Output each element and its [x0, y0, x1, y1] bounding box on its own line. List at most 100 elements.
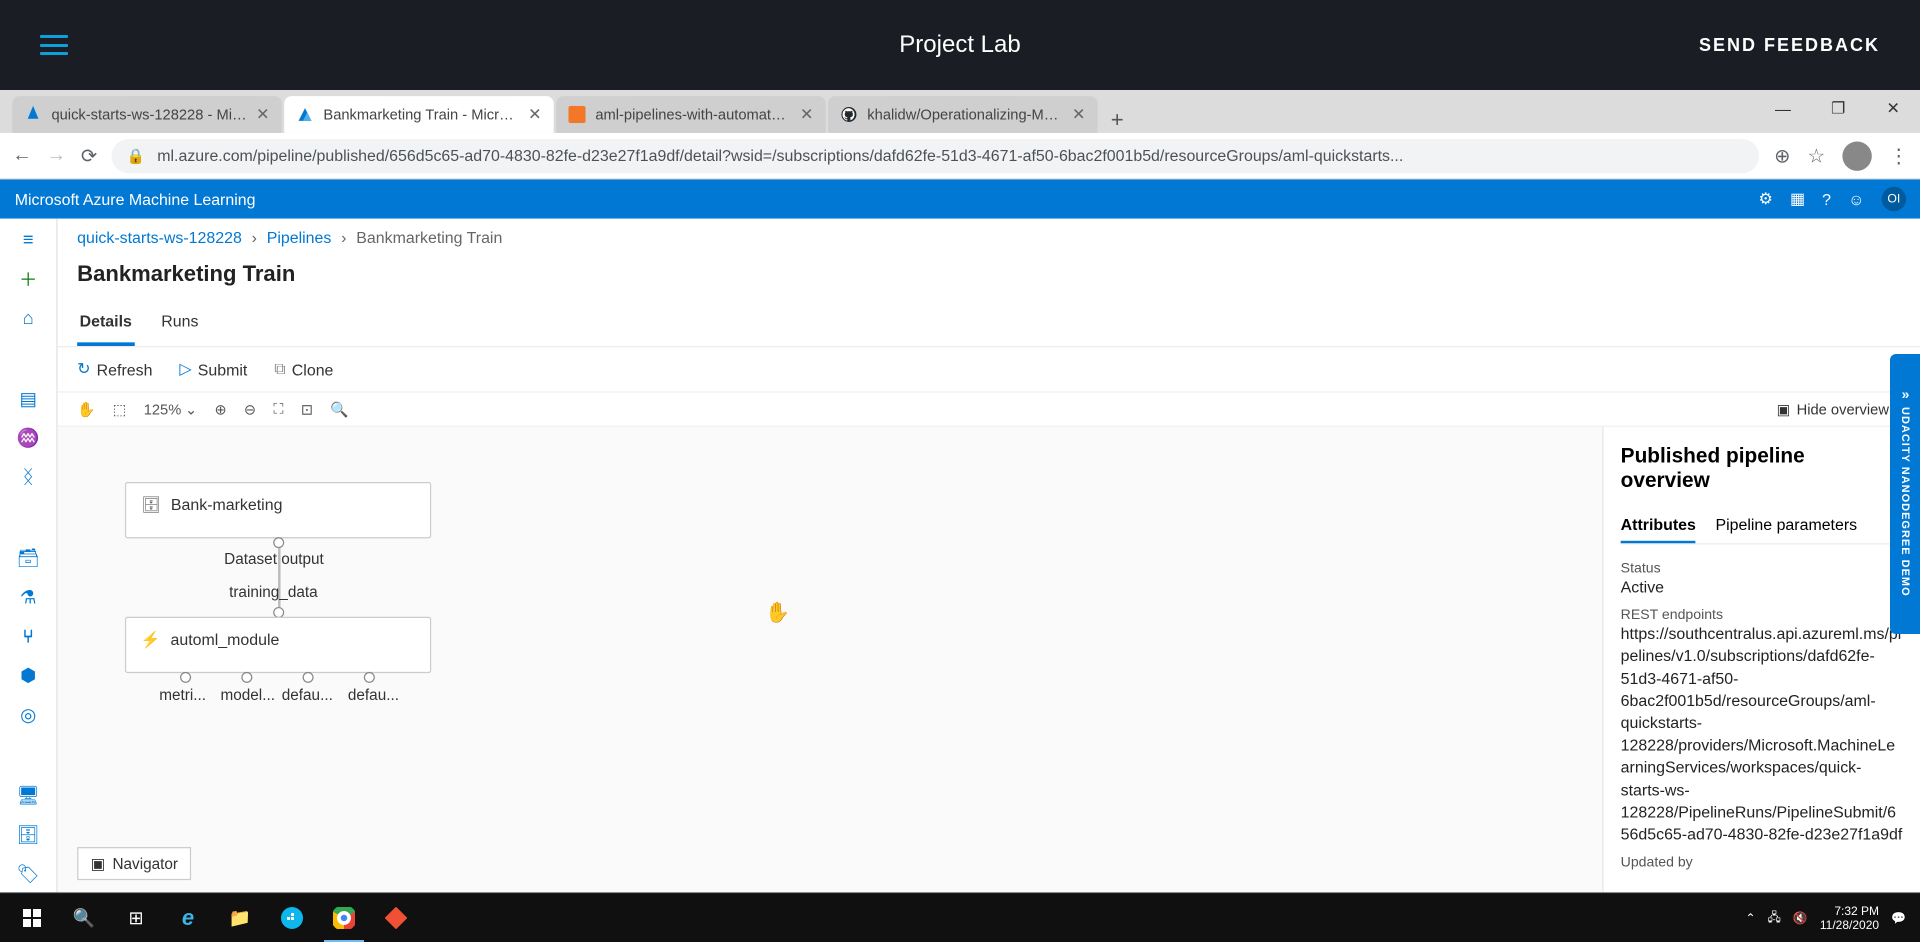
url-input[interactable]: 🔒 ml.azure.com/pipeline/published/656d5c… — [112, 138, 1759, 172]
new-tab-button[interactable]: + — [1100, 107, 1134, 133]
clone-button[interactable]: ⧉Clone — [274, 360, 333, 380]
help-icon[interactable]: ? — [1822, 190, 1831, 208]
breadcrumb: quick-starts-ws-128228 › Pipelines › Ban… — [58, 219, 1920, 257]
hamburger-icon[interactable] — [40, 35, 68, 55]
port-label: defau... — [282, 687, 333, 704]
browser-tab-active[interactable]: Bankmarketing Train - Microsoft ✕ — [284, 96, 554, 133]
azure-ml-favicon-icon — [296, 106, 313, 123]
rail-datasets-icon[interactable]: 🗃 — [17, 547, 39, 569]
output-port[interactable] — [241, 672, 252, 683]
refresh-button[interactable]: ↻Refresh — [77, 360, 152, 380]
forward-button[interactable]: → — [47, 145, 67, 167]
tab-title: aml-pipelines-with-automated-m — [595, 106, 792, 123]
bookmark-icon[interactable]: ☆ — [1808, 143, 1826, 168]
clone-icon: ⧉ — [274, 360, 285, 380]
udacity-demo-tab[interactable]: « UDACITY NANODEGREE DEMO — [1890, 354, 1920, 634]
start-button[interactable] — [6, 894, 58, 942]
node-dataset[interactable]: 🗄 Bank-marketing — [125, 482, 431, 538]
rail-menu-icon[interactable]: ≡ — [17, 228, 39, 250]
back-button[interactable]: ← — [12, 145, 32, 167]
task-view-button[interactable]: ⊞ — [110, 894, 162, 942]
chrome-button[interactable] — [318, 894, 370, 942]
chevron-left-icon: « — [1901, 388, 1910, 404]
settings-icon[interactable]: ⚙ — [1759, 189, 1773, 209]
tab-strip: quick-starts-ws-128228 - Microso ✕ Bankm… — [0, 90, 1920, 133]
rail-experiments-icon[interactable]: ⚗ — [17, 586, 39, 608]
tab-details[interactable]: Details — [77, 299, 134, 346]
zoom-indicator-icon[interactable]: ⊕ — [1774, 143, 1790, 168]
explorer-button[interactable]: 📁 — [214, 894, 266, 942]
hide-overview-button[interactable]: ▣Hide overview — [1777, 401, 1889, 418]
navigator-button[interactable]: ▣ Navigator — [77, 847, 191, 880]
clock[interactable]: 7:32 PM 11/28/2020 — [1820, 904, 1879, 933]
network-icon[interactable]: 🖧 — [1768, 908, 1781, 929]
rail-notebooks-icon[interactable]: ▤ — [17, 388, 39, 410]
url-text: ml.azure.com/pipeline/published/656d5c65… — [157, 146, 1403, 164]
rail-designer-icon[interactable]: ᛝ — [17, 466, 39, 488]
close-icon[interactable]: ✕ — [800, 105, 813, 125]
chrome-menu-icon[interactable]: ⋮ — [1889, 143, 1909, 168]
page-title: Bankmarketing Train — [58, 257, 1920, 300]
pan-tool-icon[interactable]: ✋ — [77, 401, 95, 418]
smiley-icon[interactable]: ☺ — [1848, 190, 1864, 208]
fit-screen-icon[interactable]: ⛶ — [273, 400, 283, 418]
browser-tab-jupyter[interactable]: aml-pipelines-with-automated-m ✕ — [556, 96, 826, 133]
breadcrumb-pipelines[interactable]: Pipelines — [267, 228, 332, 246]
rail-datastores-icon[interactable]: 🗄 — [17, 824, 39, 846]
rail-compute-icon[interactable]: 🖥 — [17, 785, 39, 807]
browser-tab-github[interactable]: khalidw/Operationalizing-Machi ✕ — [828, 96, 1097, 133]
rail-endpoints-icon[interactable]: ◎ — [17, 704, 39, 726]
search-button[interactable]: 🔍 — [58, 894, 110, 942]
close-icon[interactable]: ✕ — [1072, 105, 1085, 125]
git-button[interactable] — [370, 894, 422, 942]
node-automl[interactable]: ⚡ automl_module — [125, 617, 431, 673]
zoom-level[interactable]: 125% ⌄ — [144, 401, 198, 418]
output-port[interactable] — [303, 672, 314, 683]
close-window-button[interactable]: ✕ — [1866, 90, 1920, 127]
azure-favicon-icon — [25, 106, 42, 123]
tray-chevron-icon[interactable]: ⌃ — [1745, 911, 1755, 925]
rail-new-icon[interactable]: ＋ — [17, 268, 39, 290]
rail-home-icon[interactable]: ⌂ — [17, 307, 39, 329]
pipeline-canvas[interactable]: 🗄 Bank-marketing Dataset output training… — [58, 427, 1920, 893]
actual-size-icon[interactable]: ⊡ — [301, 401, 313, 418]
rail-models-icon[interactable]: ⬢ — [17, 665, 39, 687]
search-icon[interactable]: 🔍 — [330, 401, 348, 418]
minimize-button[interactable]: — — [1755, 90, 1810, 127]
updated-by-label: Updated by — [1621, 856, 1904, 871]
port-label: model... — [221, 687, 275, 704]
directory-icon[interactable]: ▦ — [1790, 189, 1805, 209]
submit-button[interactable]: ▷Submit — [179, 360, 247, 380]
breadcrumb-workspace[interactable]: quick-starts-ws-128228 — [77, 228, 242, 246]
tab-runs[interactable]: Runs — [159, 299, 201, 346]
account-avatar[interactable]: OI — [1882, 187, 1907, 212]
notifications-icon[interactable]: 💬 — [1891, 911, 1906, 925]
browser-tab-azure[interactable]: quick-starts-ws-128228 - Microso ✕ — [12, 96, 282, 133]
close-icon[interactable]: ✕ — [528, 105, 541, 125]
edge-label: training_data — [229, 584, 318, 601]
reload-button[interactable]: ⟳ — [81, 143, 97, 168]
node-label: automl_module — [171, 630, 280, 648]
volume-icon[interactable]: 🔇 — [1793, 911, 1808, 925]
project-lab-bar: Project Lab SEND FEEDBACK — [0, 0, 1920, 90]
close-icon[interactable]: ✕ — [256, 105, 269, 125]
maximize-button[interactable]: ❐ — [1811, 90, 1866, 127]
profile-avatar[interactable] — [1842, 141, 1871, 170]
rail-automl-icon[interactable]: ♒ — [17, 427, 39, 449]
rail-pipelines-icon[interactable]: ⑂ — [17, 625, 39, 647]
ie-button[interactable]: e — [162, 894, 214, 942]
rail-labeling-icon[interactable]: 🏷 — [17, 863, 39, 885]
tab-attributes[interactable]: Attributes — [1621, 508, 1696, 544]
output-port[interactable] — [180, 672, 191, 683]
zoom-out-icon[interactable]: ⊖ — [244, 401, 256, 418]
select-tool-icon[interactable]: ⬚ — [113, 401, 127, 418]
send-feedback-button[interactable]: SEND FEEDBACK — [1699, 35, 1880, 56]
tab-pipeline-parameters[interactable]: Pipeline parameters — [1715, 508, 1857, 544]
zoom-in-icon[interactable]: ⊕ — [214, 401, 226, 418]
docker-button[interactable] — [266, 894, 318, 942]
overview-tabs: Attributes Pipeline parameters — [1621, 508, 1904, 545]
status-label: Status — [1621, 562, 1904, 577]
output-port[interactable] — [273, 537, 284, 548]
window-controls: — ❐ ✕ — [1755, 90, 1920, 127]
output-port[interactable] — [364, 672, 375, 683]
